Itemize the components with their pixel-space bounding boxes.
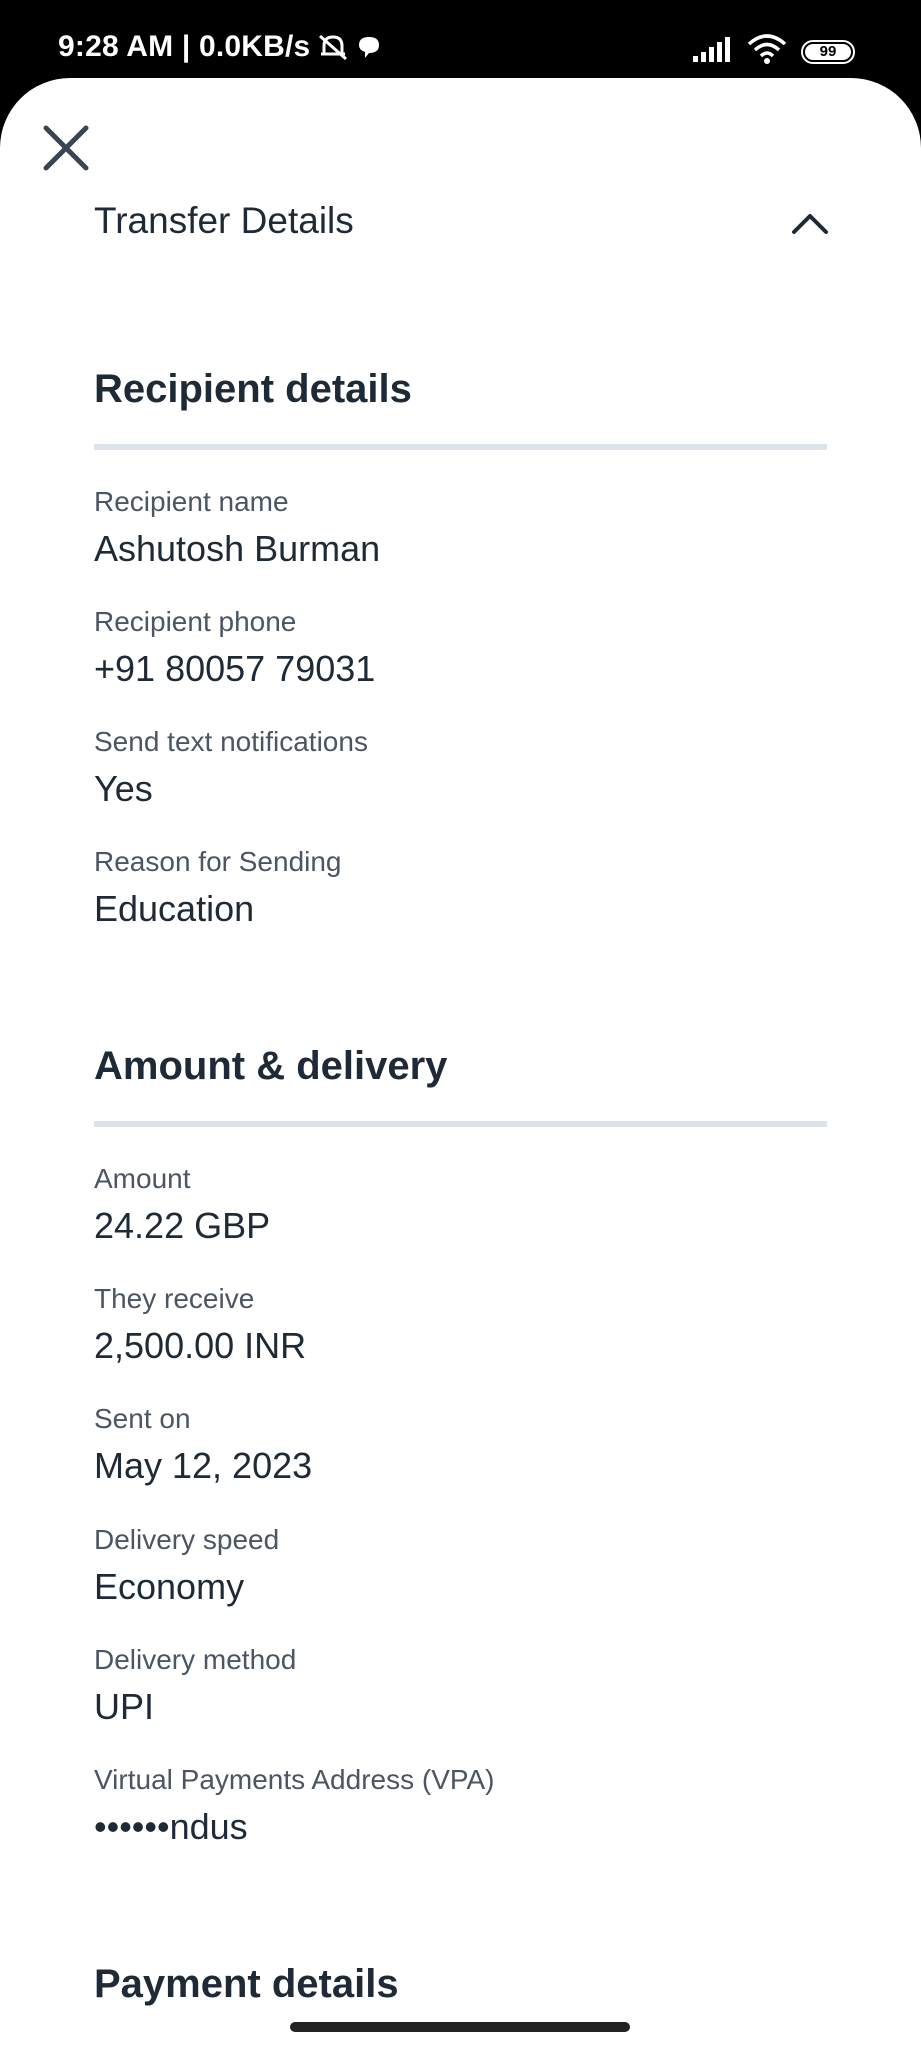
field-value: ••••••ndus	[94, 1806, 248, 1847]
divider	[94, 1121, 827, 1127]
field-label: Delivery method	[94, 1644, 297, 1675]
field-value: Economy	[94, 1566, 245, 1607]
field-send-text-notifications: Send text notifications Yes	[94, 725, 368, 811]
field-delivery-method: Delivery method UPI	[94, 1643, 296, 1729]
section-title-amount: Amount & delivery	[94, 1044, 448, 1088]
wifi-icon	[747, 34, 787, 69]
field-label: They receive	[94, 1283, 255, 1314]
field-value: 2,500.00 INR	[94, 1325, 307, 1366]
field-reason-for-sending: Reason for Sending Education	[94, 845, 342, 931]
page-title: Transfer Details	[94, 200, 354, 241]
field-label: Delivery speed	[94, 1524, 280, 1555]
field-they-receive: They receive 2,500.00 INR	[94, 1282, 306, 1368]
field-label: Reason for Sending	[94, 846, 342, 877]
field-label: Virtual Payments Address (VPA)	[94, 1764, 495, 1795]
section-title-payment: Payment details	[94, 1962, 399, 2006]
field-value: Education	[94, 888, 255, 929]
field-label: Amount	[94, 1163, 191, 1194]
field-value: UPI	[94, 1686, 155, 1727]
divider	[94, 444, 827, 450]
field-vpa: Virtual Payments Address (VPA) ••••••ndu…	[94, 1763, 494, 1849]
field-label: Sent on	[94, 1403, 191, 1434]
close-icon	[43, 125, 89, 171]
field-amount: Amount 24.22 GBP	[94, 1162, 270, 1248]
battery-level: 99	[819, 43, 837, 60]
chevron-up-icon	[792, 214, 828, 234]
field-label: Recipient phone	[94, 606, 297, 637]
field-recipient-name: Recipient name Ashutosh Burman	[94, 485, 380, 571]
status-right: 99	[693, 34, 855, 69]
field-label: Recipient name	[94, 486, 289, 517]
status-left: 9:28 AM | 0.0KB/s	[58, 30, 382, 64]
transfer-details-sheet: Transfer Details Recipient details Recip…	[0, 78, 921, 2048]
battery-icon: 99	[801, 39, 855, 64]
field-value: Yes	[94, 768, 153, 809]
signal-icon	[693, 36, 733, 67]
field-value: +91 80057 79031	[94, 648, 376, 689]
close-button[interactable]	[38, 120, 94, 176]
field-value: May 12, 2023	[94, 1445, 313, 1486]
chat-bubble-icon	[356, 34, 382, 60]
field-sent-on: Sent on May 12, 2023	[94, 1402, 312, 1488]
muted-bell-icon	[316, 32, 350, 62]
field-recipient-phone: Recipient phone +91 80057 79031	[94, 605, 375, 691]
field-value: Ashutosh Burman	[94, 528, 381, 569]
status-time: 9:28 AM | 0.0KB/s	[58, 30, 311, 63]
field-delivery-speed: Delivery speed Economy	[94, 1523, 279, 1609]
field-value: 24.22 GBP	[94, 1205, 271, 1246]
collapse-button[interactable]	[788, 202, 832, 246]
field-label: Send text notifications	[94, 726, 368, 757]
section-title-recipient: Recipient details	[94, 367, 412, 411]
home-indicator[interactable]	[290, 2022, 630, 2032]
